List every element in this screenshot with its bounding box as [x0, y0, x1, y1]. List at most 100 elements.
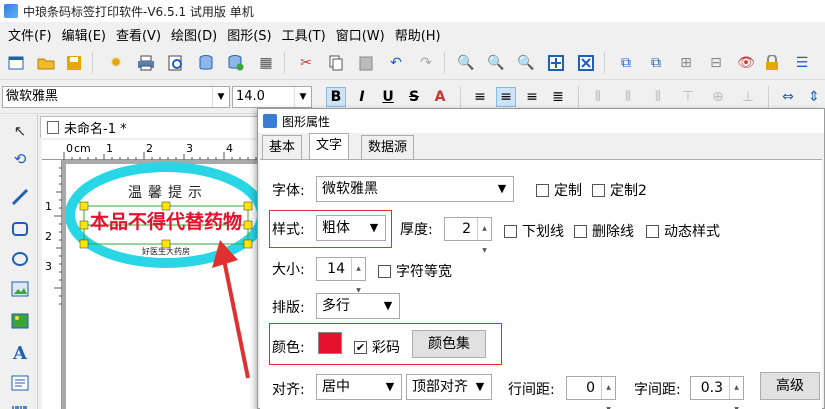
size-stepper[interactable]: 14 ▲ ▼	[316, 257, 366, 294]
rotate-icon[interactable]: ⟲	[9, 148, 31, 170]
font-select[interactable]: 微软雅黑 ▼	[316, 176, 514, 202]
tab-datasource[interactable]: 数据源	[361, 135, 415, 159]
align-justify-icon[interactable]: ≣	[548, 87, 568, 107]
underline-button[interactable]: U	[378, 87, 398, 107]
menu-window[interactable]: 窗口(W)	[332, 25, 389, 44]
ellipse-tool-icon[interactable]	[9, 248, 31, 270]
custom-checkbox[interactable]: 定制	[536, 180, 582, 200]
line-spacing-stepper[interactable]: 0 ▲▼	[566, 376, 616, 409]
line-tool-icon[interactable]	[9, 186, 31, 208]
resize-handle[interactable]	[243, 239, 253, 249]
align-select[interactable]: 居中 ▼	[316, 374, 402, 400]
char-spacing-stepper[interactable]: 0.3 ▲▼	[690, 376, 744, 409]
zoom-in-icon[interactable]: 🔍	[456, 53, 476, 73]
align-center-icon[interactable]: ≡	[496, 87, 516, 107]
strikethrough-checkbox[interactable]: 删除线	[574, 221, 634, 241]
strikethrough-button[interactable]: S	[404, 87, 424, 107]
lock-icon[interactable]	[762, 53, 782, 73]
database-icon[interactable]	[196, 53, 216, 73]
same-height-icon[interactable]: ⇕	[804, 87, 824, 107]
settings-gear-icon[interactable]: ✹	[106, 53, 126, 73]
align-top-icon[interactable]: ⊤	[678, 87, 698, 107]
distribute-right-icon[interactable]: ⫴	[648, 87, 668, 107]
font-name-select[interactable]: 微软雅黑 ▼	[2, 86, 230, 108]
distribute-center-icon[interactable]: ⫴	[618, 87, 638, 107]
same-width-icon[interactable]: ⇔	[778, 87, 798, 107]
image-tool-icon[interactable]	[9, 278, 31, 300]
align-left-icon[interactable]: ≡	[470, 87, 490, 107]
grid-icon[interactable]: ▦	[256, 53, 276, 73]
print-icon[interactable]	[136, 53, 156, 73]
spin-arrows-icon[interactable]: ▲▼	[477, 218, 491, 254]
resize-handle[interactable]	[79, 201, 89, 211]
zoom-fit-icon[interactable]: 🔍	[516, 53, 536, 73]
print-preview-icon[interactable]	[166, 53, 186, 73]
dynamic-style-checkbox[interactable]: 动态样式	[646, 221, 720, 241]
tab-basic[interactable]: 基本	[262, 135, 303, 159]
italic-button[interactable]: I	[352, 87, 372, 107]
text-tool-icon[interactable]: A	[9, 342, 31, 364]
menu-edit[interactable]: 编辑(E)	[58, 25, 110, 44]
vertical-align-select[interactable]: 顶部对齐 ▼	[406, 374, 492, 400]
resize-handle[interactable]	[243, 220, 253, 230]
resize-handle[interactable]	[161, 201, 171, 211]
menu-tools[interactable]: 工具(T)	[278, 25, 330, 44]
resize-handle[interactable]	[79, 220, 89, 230]
database-link-icon[interactable]	[226, 53, 246, 73]
align-right-icon[interactable]: ≡	[522, 87, 542, 107]
cut-icon[interactable]: ✂	[296, 53, 316, 73]
underline-checkbox[interactable]: 下划线	[504, 221, 564, 241]
actual-size-icon[interactable]	[576, 53, 596, 73]
align-bottom-icon[interactable]: ⊥	[738, 87, 758, 107]
color-swatch[interactable]	[318, 332, 342, 354]
bring-front-icon[interactable]: ⧉	[616, 53, 636, 73]
thickness-stepper[interactable]: 2 ▲ ▼	[444, 217, 492, 254]
advanced-button[interactable]: 高级	[760, 372, 820, 400]
font-size-select[interactable]: 14.0 ▼	[232, 86, 312, 108]
select-pointer-icon[interactable]: ↖	[9, 120, 31, 142]
align-tools-icon[interactable]: ☰	[792, 53, 812, 73]
open-folder-icon[interactable]	[36, 53, 56, 73]
redo-icon[interactable]: ↷	[416, 53, 436, 73]
distribute-left-icon[interactable]: ⫴	[588, 87, 608, 107]
equal-width-checkbox[interactable]: 字符等宽	[378, 261, 452, 281]
rectangle-tool-icon[interactable]	[9, 218, 31, 240]
picture-tool-icon[interactable]	[9, 310, 31, 332]
resize-handle[interactable]	[243, 201, 253, 211]
new-file-icon[interactable]	[6, 53, 26, 73]
custom2-checkbox[interactable]: 定制2	[592, 180, 647, 200]
label-main-text[interactable]: 本品不得代替药物	[90, 210, 242, 233]
color-code-checkbox[interactable]: ✔ 彩码	[354, 337, 400, 357]
style-select[interactable]: 粗体 ▼	[316, 215, 386, 241]
menu-shape[interactable]: 图形(S)	[223, 25, 275, 44]
group-icon[interactable]: ⊞	[676, 53, 696, 73]
send-back-icon[interactable]: ⧉	[646, 53, 666, 73]
menu-view[interactable]: 查看(V)	[112, 25, 165, 44]
fit-page-icon[interactable]	[546, 53, 566, 73]
menu-help[interactable]: 帮助(H)	[391, 25, 445, 44]
menu-draw[interactable]: 绘图(D)	[167, 25, 221, 44]
label-arc-text[interactable]: 温馨提示	[128, 185, 208, 201]
barcode-tool-icon[interactable]	[9, 400, 31, 409]
resize-handle[interactable]	[79, 239, 89, 249]
menu-file[interactable]: 文件(F)	[4, 25, 56, 44]
tab-text[interactable]: 文字	[309, 133, 350, 160]
layout-select[interactable]: 多行 ▼	[316, 293, 400, 319]
align-middle-icon[interactable]: ⊕	[708, 87, 728, 107]
rich-text-tool-icon[interactable]	[9, 372, 31, 394]
zoom-out-icon[interactable]: 🔍	[486, 53, 506, 73]
bold-button[interactable]: B	[326, 87, 346, 107]
document-tab[interactable]: 未命名-1 *	[40, 116, 258, 138]
paste-icon[interactable]	[356, 53, 376, 73]
spin-arrows-icon[interactable]: ▲▼	[351, 258, 365, 294]
copy-icon[interactable]	[326, 53, 346, 73]
color-text-icon[interactable]: A	[430, 87, 450, 107]
undo-icon[interactable]: ↶	[386, 53, 406, 73]
color-set-button[interactable]: 颜色集	[412, 330, 486, 358]
save-icon[interactable]	[64, 53, 84, 73]
label-bottom-text[interactable]: 好医生大药房	[142, 246, 190, 256]
spin-arrows-icon[interactable]: ▲▼	[729, 377, 743, 409]
visibility-eye-icon[interactable]: 👁	[736, 53, 756, 73]
ungroup-icon[interactable]: ⊟	[706, 53, 726, 73]
spin-arrows-icon[interactable]: ▲▼	[601, 377, 615, 409]
